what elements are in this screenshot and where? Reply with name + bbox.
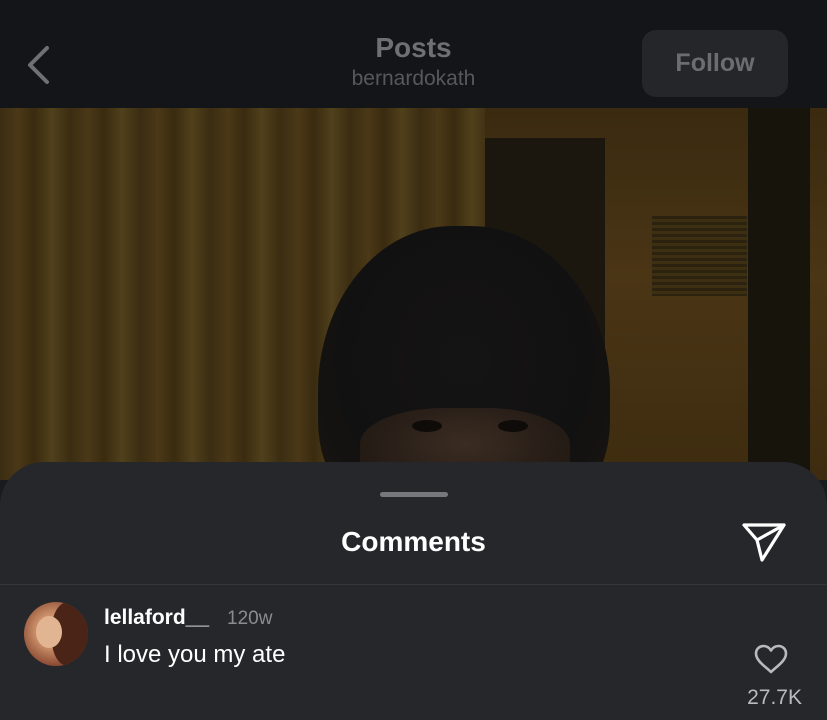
drag-handle[interactable] [380, 492, 448, 497]
heart-icon [754, 644, 788, 674]
comment-item: lellaford__ 120w I love you my ate [0, 585, 827, 720]
post-image[interactable] [0, 108, 827, 480]
comments-sheet: Comments lellaford__ 120w I love you my … [0, 462, 827, 720]
person-eye-left [412, 420, 442, 432]
avatar-face [36, 616, 62, 648]
send-icon [742, 523, 786, 562]
follow-button[interactable]: Follow [642, 30, 788, 97]
comment-text: I love you my ate [104, 641, 286, 668]
top-bar: Posts bernardokath Follow [0, 0, 827, 108]
like-button[interactable] [750, 639, 792, 679]
wall-vent [652, 216, 747, 296]
like-count: 27.7K [747, 686, 802, 709]
avatar[interactable] [24, 602, 88, 666]
share-button[interactable] [736, 514, 792, 570]
dark-pillar [748, 108, 810, 480]
comment-username[interactable]: lellaford__ [104, 605, 209, 631]
person-eye-right [498, 420, 528, 432]
comments-title: Comments [341, 526, 486, 557]
app-screen: Posts bernardokath Follow Comments lella… [0, 0, 827, 720]
comment-time: 120w [227, 608, 273, 629]
